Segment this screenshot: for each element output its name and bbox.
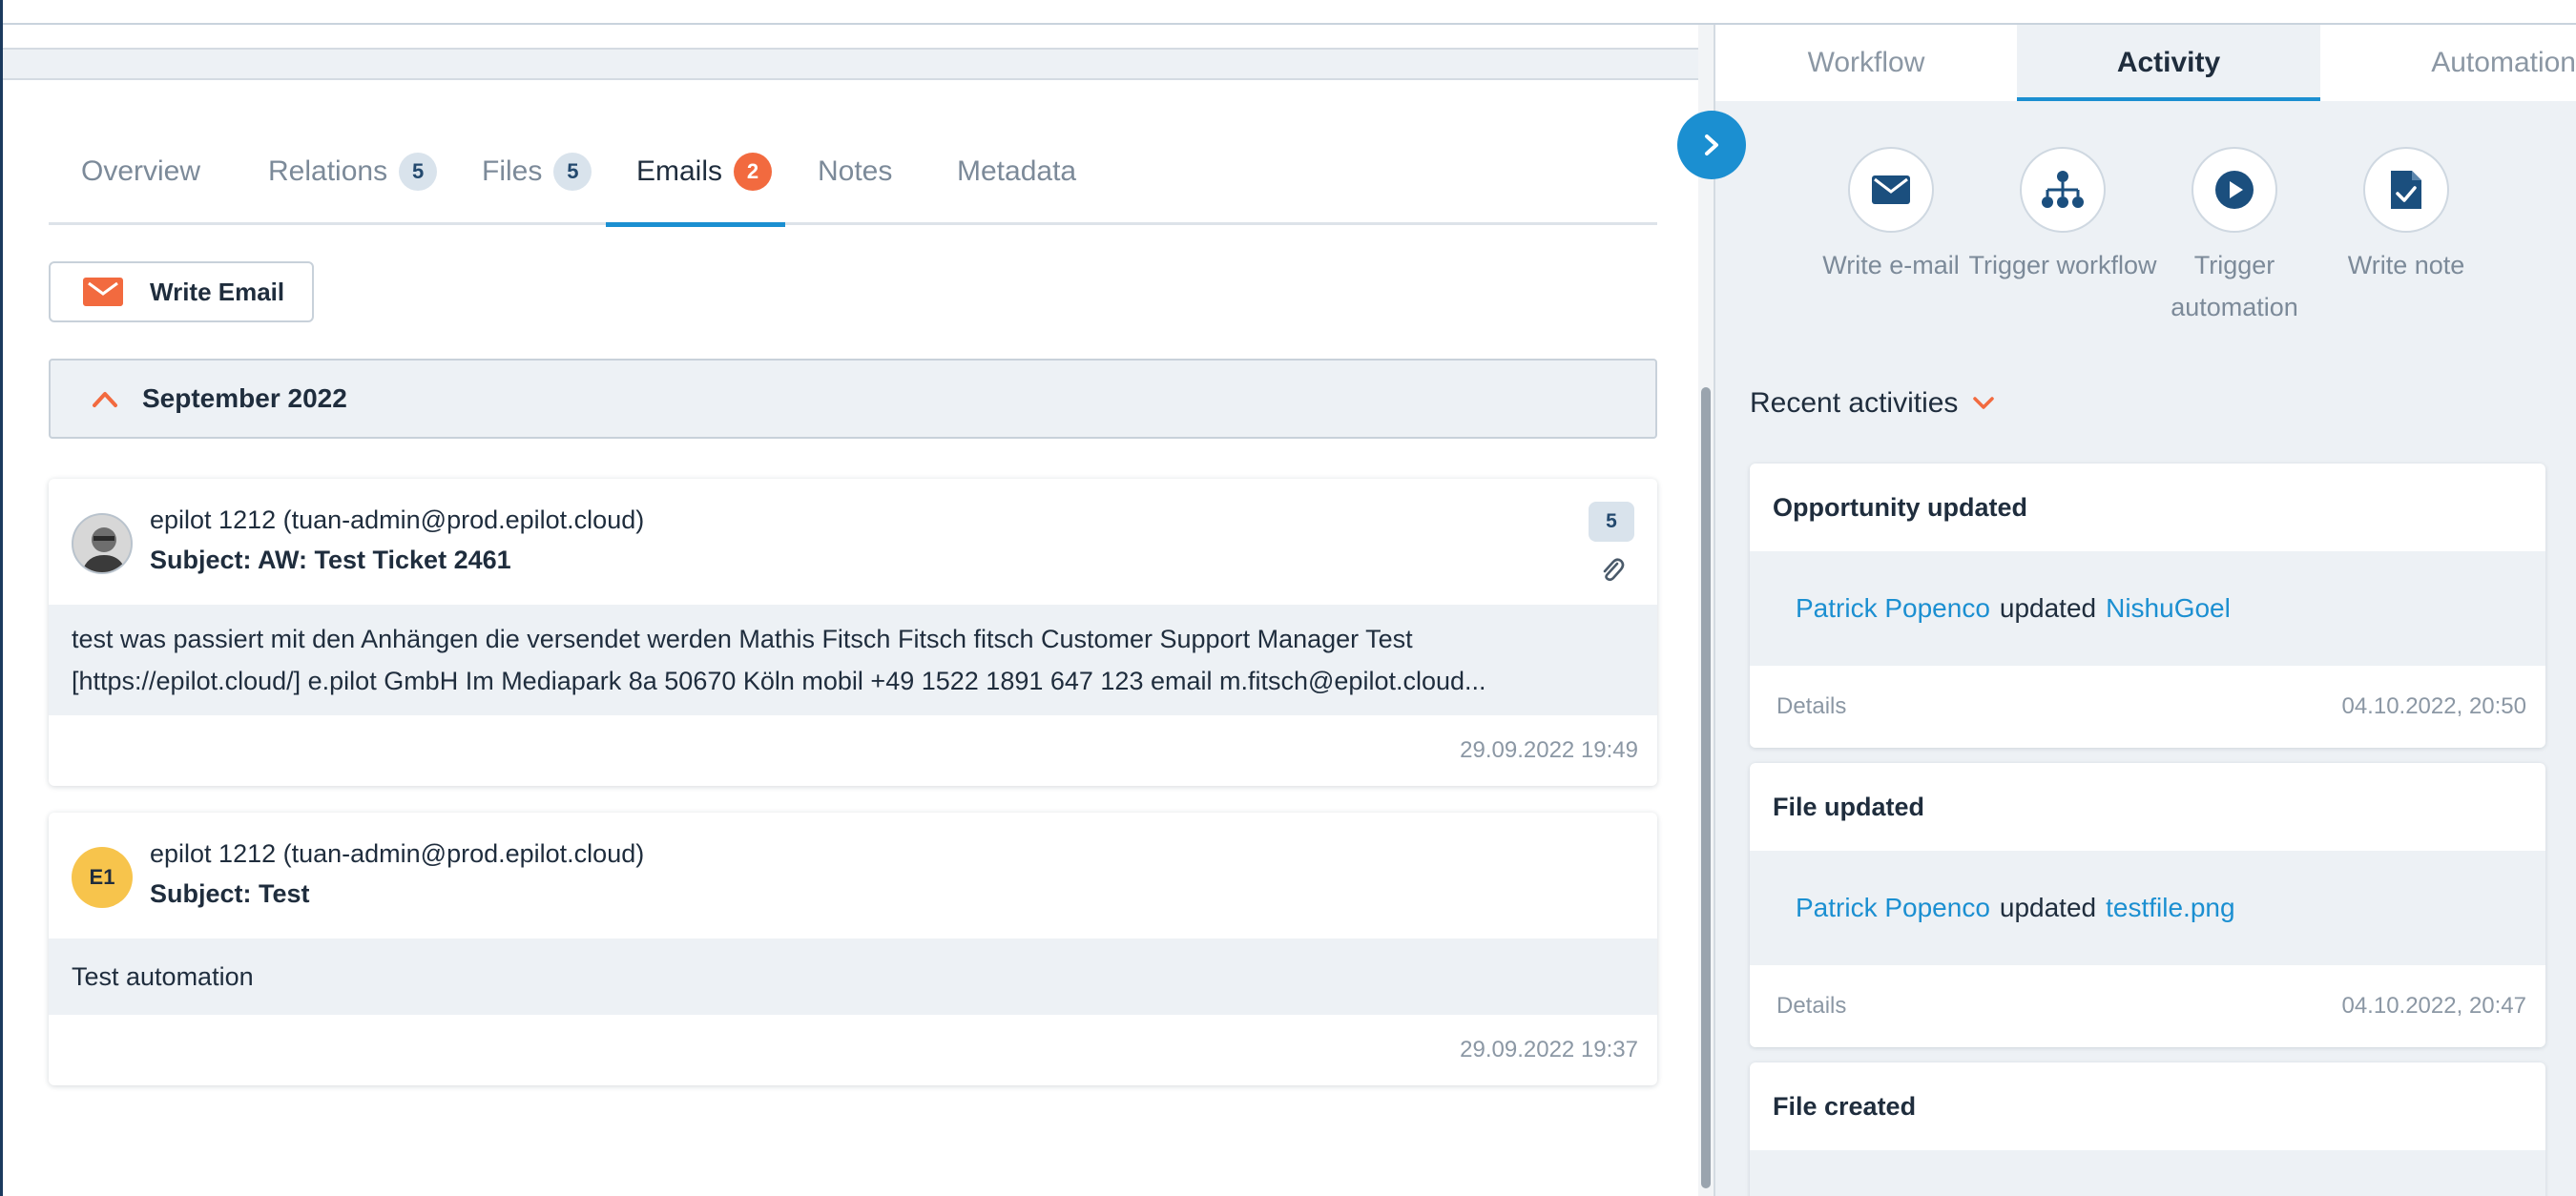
write-email-label: Write Email bbox=[150, 277, 285, 306]
activity-content: Patrick Popenco updated testfile.png bbox=[1750, 851, 2545, 965]
tab-metadata[interactable]: Metadata bbox=[957, 118, 1076, 225]
activity-title: File updated bbox=[1773, 792, 1925, 821]
chevron-down-icon bbox=[1973, 397, 1995, 409]
activity-timestamp: 04.10.2022, 20:50 bbox=[2341, 693, 2526, 719]
active-tab-indicator bbox=[2017, 97, 2320, 101]
tab-notes[interactable]: Notes bbox=[818, 118, 892, 225]
attachment-count-badge: 5 bbox=[1589, 502, 1634, 542]
envelope-icon bbox=[1848, 147, 1934, 233]
email-footer: 29.09.2022 19:49 bbox=[49, 715, 1657, 786]
activity-card: File created bbox=[1750, 1062, 2545, 1196]
activity-details-link[interactable]: Details bbox=[1776, 993, 1846, 1020]
action-label: Trigger automation bbox=[2171, 251, 2298, 321]
hierarchy-icon bbox=[2020, 147, 2106, 233]
recent-activities-label: Recent activities bbox=[1750, 387, 1959, 419]
trigger-automation-action[interactable]: Trigger automation bbox=[2139, 147, 2330, 328]
tab-overview[interactable]: Overview bbox=[81, 118, 200, 225]
avatar bbox=[72, 513, 133, 574]
activity-card: Opportunity updated Patrick Popenco upda… bbox=[1750, 464, 2545, 748]
email-footer: 29.09.2022 19:37 bbox=[49, 1015, 1657, 1085]
email-sender: epilot 1212 (tuan-admin@prod.epilot.clou… bbox=[150, 839, 645, 868]
top-border bbox=[0, 0, 2576, 25]
recent-activities-filter[interactable]: Recent activities bbox=[1750, 387, 1996, 420]
tab-label: Relations bbox=[268, 155, 388, 187]
scrollbar-thumb[interactable] bbox=[1701, 387, 1711, 1188]
activity-timestamp: 04.10.2022, 20:47 bbox=[2341, 993, 2526, 1019]
activity-target-link[interactable]: NishuGoel bbox=[2106, 593, 2231, 624]
action-label: Write e-mail bbox=[1822, 251, 1960, 279]
chevron-up-icon bbox=[93, 392, 117, 407]
email-subject: Subject: Test bbox=[150, 879, 310, 908]
month-group-label: September 2022 bbox=[142, 383, 347, 413]
chevron-right-icon bbox=[1705, 134, 1718, 155]
tab-label: Notes bbox=[818, 155, 893, 187]
activity-card: File updated Patrick Popenco updated tes… bbox=[1750, 763, 2545, 1047]
tab-label: Activity bbox=[2116, 47, 2221, 78]
tab-label: Files bbox=[482, 155, 543, 187]
email-subject: Subject: AW: Test Ticket 2461 bbox=[150, 546, 511, 574]
email-header: epilot 1212 (tuan-admin@prod.epilot.clou… bbox=[49, 479, 1657, 605]
email-header: E1 epilot 1212 (tuan-admin@prod.epilot.c… bbox=[49, 813, 1657, 938]
activity-meta: Details 04.10.2022, 20:50 bbox=[1750, 666, 2545, 748]
sidebar-tabs: Workflow Activity Automation bbox=[1715, 25, 2576, 101]
activity-meta: Details 04.10.2022, 20:47 bbox=[1750, 965, 2545, 1047]
active-tab-indicator bbox=[606, 222, 785, 227]
collapse-panel-button[interactable] bbox=[1677, 111, 1746, 179]
activity-verb: updated bbox=[1999, 593, 2097, 623]
app-root: Overview Relations 5 Files 5 Emails 2 No… bbox=[0, 0, 2576, 1196]
activity-target-link[interactable]: testfile.png bbox=[2106, 893, 2234, 923]
activity-sidebar: Workflow Activity Automation Write e-mai… bbox=[1715, 25, 2576, 1196]
activity-verb: updated bbox=[1999, 893, 2097, 922]
email-item[interactable]: epilot 1212 (tuan-admin@prod.epilot.clou… bbox=[49, 479, 1657, 786]
detail-tabs: Overview Relations 5 Files 5 Emails 2 No… bbox=[49, 118, 1657, 227]
write-note-action[interactable]: Write note bbox=[2311, 147, 2502, 286]
paperclip-icon[interactable] bbox=[1598, 555, 1625, 584]
trigger-workflow-action[interactable]: Trigger workflow bbox=[1967, 147, 2158, 286]
activity-content bbox=[1750, 1150, 2545, 1196]
entity-detail-pane: Overview Relations 5 Files 5 Emails 2 No… bbox=[3, 80, 1698, 1196]
tab-label: Metadata bbox=[957, 155, 1077, 187]
activity-actor-link[interactable]: Patrick Popenco bbox=[1796, 893, 1990, 923]
tab-label: Emails bbox=[636, 155, 723, 187]
email-item[interactable]: E1 epilot 1212 (tuan-admin@prod.epilot.c… bbox=[49, 813, 1657, 1085]
count-badge: 5 bbox=[553, 153, 592, 191]
action-label: Trigger workflow bbox=[1968, 251, 2157, 279]
tab-label: Workflow bbox=[1807, 47, 1925, 78]
count-badge: 5 bbox=[399, 153, 438, 191]
activity-content: Patrick Popenco updated NishuGoel bbox=[1750, 551, 2545, 666]
write-email-button[interactable]: Write Email bbox=[49, 261, 314, 322]
sub-header-strip bbox=[3, 48, 1701, 80]
email-sender: epilot 1212 (tuan-admin@prod.epilot.clou… bbox=[150, 505, 645, 534]
play-icon bbox=[2192, 147, 2277, 233]
write-email-action[interactable]: Write e-mail bbox=[1796, 147, 1986, 286]
activity-title: File created bbox=[1773, 1091, 1917, 1121]
month-group-header[interactable]: September 2022 bbox=[49, 359, 1657, 439]
email-preview: test was passiert mit den Anhängen die v… bbox=[49, 605, 1657, 715]
tab-label: Overview bbox=[81, 155, 201, 187]
tab-files[interactable]: Files 5 bbox=[482, 118, 592, 225]
count-badge: 2 bbox=[734, 153, 773, 191]
tab-workflow[interactable]: Workflow bbox=[1715, 25, 2017, 101]
activity-title: Opportunity updated bbox=[1773, 492, 2027, 522]
email-timestamp: 29.09.2022 19:37 bbox=[1460, 1037, 1638, 1062]
avatar: E1 bbox=[72, 847, 133, 908]
email-preview: Test automation bbox=[49, 938, 1657, 1015]
tab-emails[interactable]: Emails 2 bbox=[636, 118, 773, 225]
activity-actor-link[interactable]: Patrick Popenco bbox=[1796, 593, 1990, 624]
activity-details-link[interactable]: Details bbox=[1776, 693, 1846, 720]
action-label: Write note bbox=[2347, 251, 2465, 279]
tab-automation[interactable]: Automation bbox=[2320, 25, 2576, 101]
tab-relations[interactable]: Relations 5 bbox=[268, 118, 438, 225]
tab-activity[interactable]: Activity bbox=[2017, 25, 2320, 101]
email-timestamp: 29.09.2022 19:49 bbox=[1460, 737, 1638, 763]
tab-label: Automation bbox=[2431, 47, 2576, 78]
note-check-icon bbox=[2363, 147, 2449, 233]
envelope-icon bbox=[83, 278, 123, 306]
